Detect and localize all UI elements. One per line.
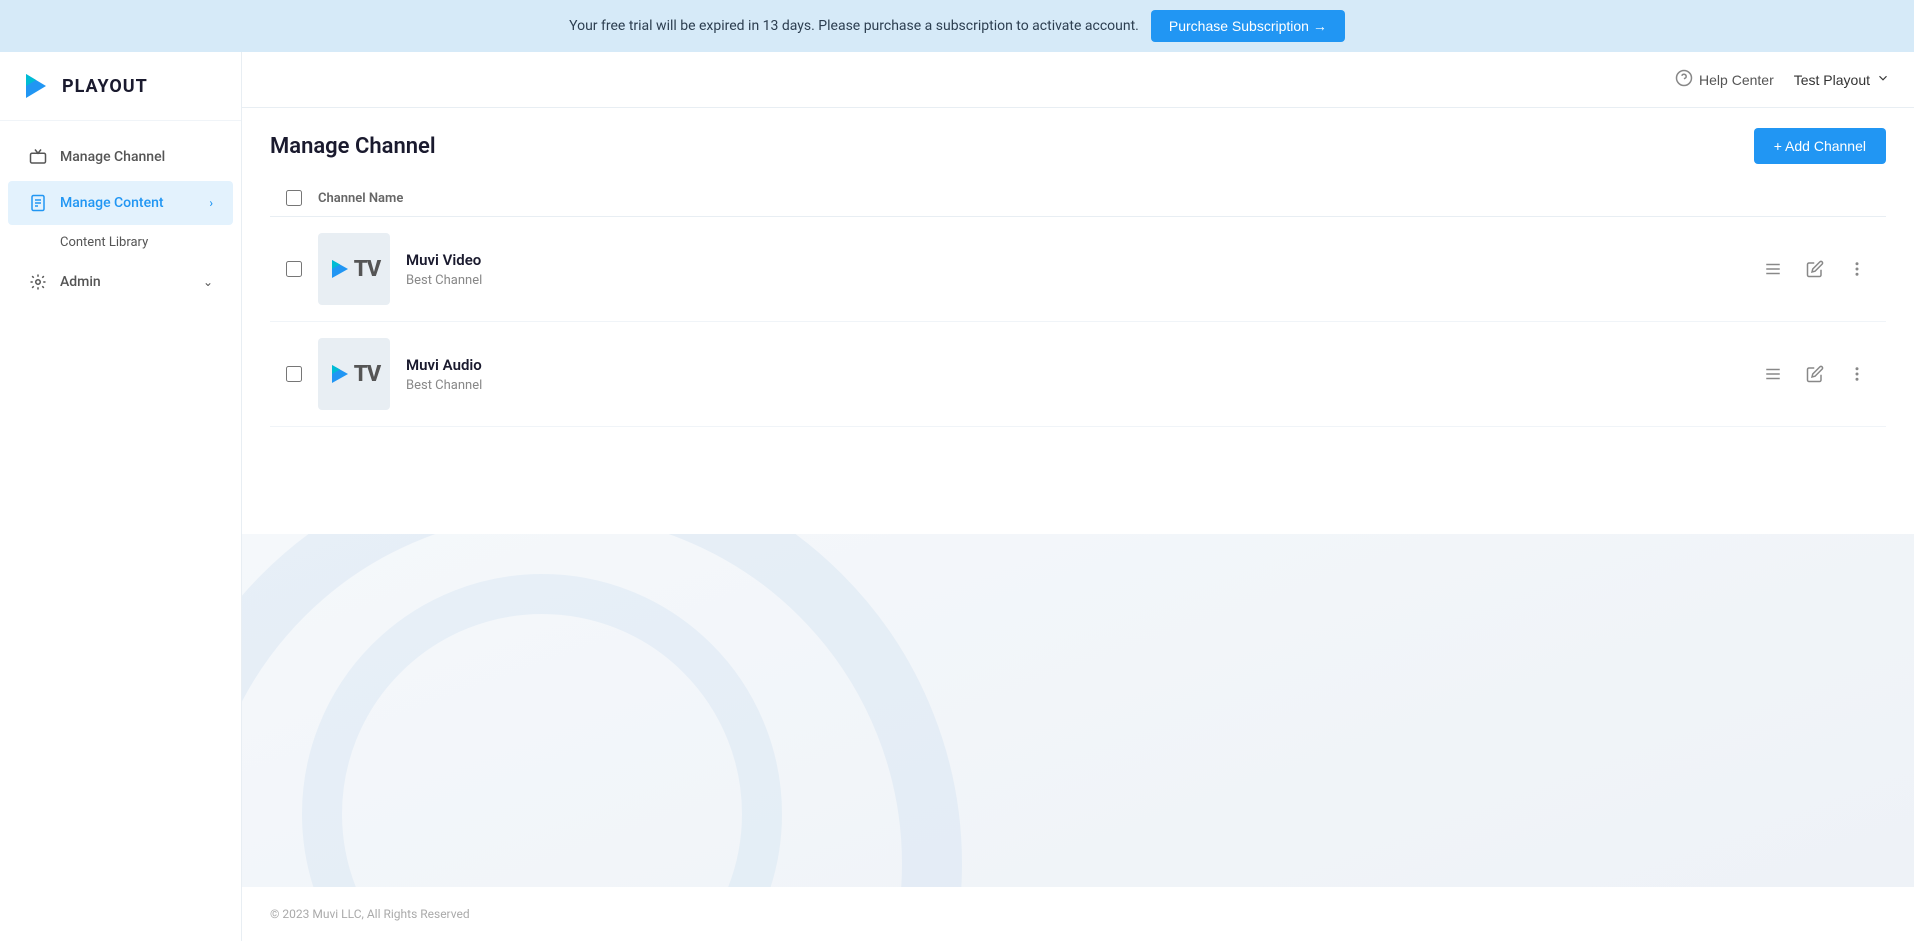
sidebar-item-admin-label: Admin <box>60 274 101 290</box>
nav-items: Manage Channel Manage Content › Content <box>0 121 241 941</box>
channel-logo-tv-text-1: TV <box>354 257 380 282</box>
help-center-button[interactable]: Help Center <box>1675 69 1774 90</box>
channel-table: Channel Name TV <box>242 180 1914 534</box>
trial-banner-text: Your free trial will be expired in 13 da… <box>569 18 1139 34</box>
channel-info-2: Muvi Audio Best Channel <box>406 356 1744 393</box>
channel-thumbnail-2: TV <box>318 338 390 410</box>
channel-more-button-1[interactable] <box>1844 256 1870 282</box>
main-content: Manage Channel + Add Channel Channel Nam… <box>242 108 1914 941</box>
table-row: TV Muvi Audio Best Channel <box>270 322 1886 427</box>
sidebar-item-content-library[interactable]: Content Library <box>8 227 233 258</box>
channel-list-button-1[interactable] <box>1760 256 1786 282</box>
channel-row-checkbox-2[interactable] <box>286 366 302 382</box>
question-icon <box>1675 69 1693 90</box>
tv-icon <box>28 147 48 167</box>
channel-logo-2: TV <box>328 362 380 387</box>
channel-edit-button-2[interactable] <box>1802 361 1828 387</box>
sidebar-item-manage-content-label: Manage Content <box>60 195 164 211</box>
channel-more-button-2[interactable] <box>1844 361 1870 387</box>
channel-thumbnail-1: TV <box>318 233 390 305</box>
right-panel: Help Center Test Playout Manage Channel … <box>242 52 1914 941</box>
sidebar-item-admin[interactable]: Admin ⌄ <box>8 260 233 304</box>
table-header-row: Channel Name <box>270 180 1886 217</box>
logo-area: PLAYOUT <box>0 52 241 121</box>
add-channel-button[interactable]: + Add Channel <box>1754 128 1886 164</box>
channel-logo-tv-text-2: TV <box>354 362 380 387</box>
document-icon <box>28 193 48 213</box>
sidebar-item-manage-channel-label: Manage Channel <box>60 149 165 165</box>
purchase-subscription-button[interactable]: Purchase Subscription → <box>1151 10 1345 42</box>
channel-logo-1: TV <box>328 257 380 282</box>
help-center-label: Help Center <box>1699 72 1774 88</box>
channel-edit-button-1[interactable] <box>1802 256 1828 282</box>
sidebar-item-manage-content[interactable]: Manage Content › <box>8 181 233 225</box>
select-all-checkbox[interactable] <box>286 190 302 206</box>
sidebar-item-manage-channel[interactable]: Manage Channel <box>8 135 233 179</box>
chevron-down-icon <box>1876 71 1890 88</box>
channel-subtitle-1: Best Channel <box>406 273 1744 288</box>
footer: © 2023 Muvi LLC, All Rights Reserved <box>242 887 1914 941</box>
logo-text: PLAYOUT <box>62 76 148 97</box>
sidebar-item-content-library-label: Content Library <box>60 235 148 250</box>
table-row: TV Muvi Video Best Channel <box>270 217 1886 322</box>
channel-name-2: Muvi Audio <box>406 356 1744 374</box>
channel-name-column-header: Channel Name <box>318 191 403 206</box>
channel-list-button-2[interactable] <box>1760 361 1786 387</box>
playout-logo-icon <box>20 70 52 102</box>
user-menu-button[interactable]: Test Playout <box>1794 71 1890 88</box>
page-title: Manage Channel <box>270 134 436 159</box>
gear-icon <box>28 272 48 292</box>
user-menu-label: Test Playout <box>1794 72 1870 88</box>
content-header: Manage Channel + Add Channel <box>242 108 1914 180</box>
footer-text: © 2023 Muvi LLC, All Rights Reserved <box>270 907 470 921</box>
channel-row-actions-1 <box>1760 256 1870 282</box>
channel-subtitle-2: Best Channel <box>406 378 1744 393</box>
chevron-right-icon: › <box>209 196 213 210</box>
trial-banner: Your free trial will be expired in 13 da… <box>0 0 1914 52</box>
decorative-area <box>242 534 1914 888</box>
sidebar: PLAYOUT Manage Channel <box>0 52 242 941</box>
app-body: PLAYOUT Manage Channel <box>0 52 1914 941</box>
top-header: Help Center Test Playout <box>242 52 1914 108</box>
channel-info-1: Muvi Video Best Channel <box>406 251 1744 288</box>
channel-row-checkbox-1[interactable] <box>286 261 302 277</box>
chevron-down-icon: ⌄ <box>203 275 213 289</box>
channel-name-1: Muvi Video <box>406 251 1744 269</box>
channel-row-actions-2 <box>1760 361 1870 387</box>
